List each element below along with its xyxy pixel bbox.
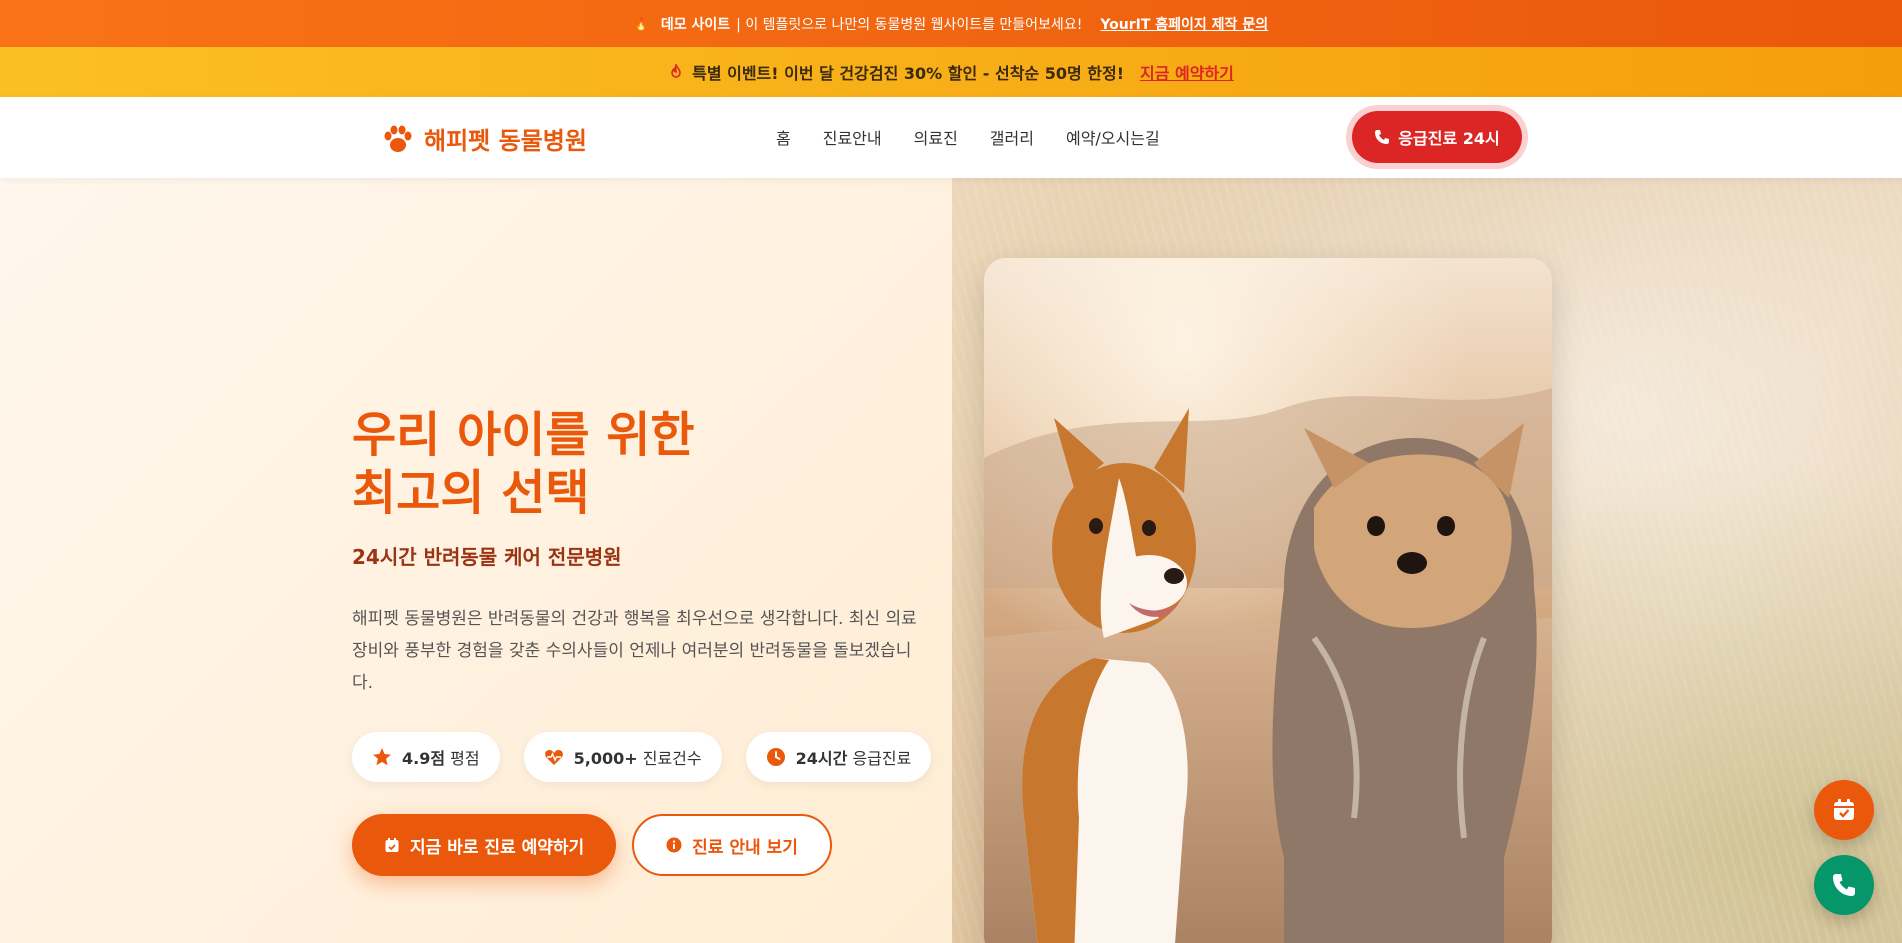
demo-banner-link[interactable]: YourIT 홈페이지 제작 문의 xyxy=(1100,14,1268,34)
stat-cases-label: 진료건수 xyxy=(642,749,702,768)
floating-booking-button[interactable] xyxy=(1814,780,1874,840)
hero-description: 해피펫 동물병원은 반려동물의 건강과 행복을 최우선으로 생각합니다. 최신 … xyxy=(352,609,917,693)
hero-subtitle: 24시간 반려동물 케어 전문병원 xyxy=(352,545,622,569)
demo-banner-text: | 이 템플릿으로 나만의 동물병원 웹사이트를 만들어보세요! xyxy=(736,16,1083,33)
info-icon xyxy=(666,837,682,853)
stat-cases-value: 5,000+ xyxy=(573,749,638,768)
stat-emergency-value: 24시간 xyxy=(795,749,848,768)
emergency-call-label: 응급진료 24시 xyxy=(1398,129,1500,148)
site-logo[interactable]: 해피펫 동물병원 xyxy=(382,121,587,156)
demo-banner-title: 데모 사이트 xyxy=(660,16,731,33)
nav-item-gallery[interactable]: 갤러리 xyxy=(990,125,1034,149)
phone-icon xyxy=(1833,874,1855,896)
demo-banner: 🔥 데모 사이트 | 이 템플릿으로 나만의 동물병원 웹사이트를 만들어보세요… xyxy=(0,0,1902,47)
hero-title: 우리 아이를 위한 최고의 선택 xyxy=(352,407,695,521)
hero-dogs-photo xyxy=(984,258,1552,943)
service-info-label: 진료 안내 보기 xyxy=(692,837,798,858)
calendar-check-icon xyxy=(1834,799,1854,820)
fire-icon: 🔥 xyxy=(633,16,649,31)
phone-icon xyxy=(1375,130,1390,144)
hero-stats: 4.9점 평점 5,000+ 진료건수 24시간 응급진료 xyxy=(352,732,932,782)
book-appointment-button[interactable]: 지금 바로 진료 예약하기 xyxy=(352,814,617,876)
event-banner-text: 특별 이벤트! 이번 달 건강검진 30% 할인 - 선착순 50명 한정! xyxy=(692,64,1124,83)
stat-cases: 5,000+ 진료건수 xyxy=(523,732,722,782)
hero-section: 우리 아이를 위한 최고의 선택 24시간 반려동물 케어 전문병원 해피펫 동… xyxy=(0,178,1902,943)
service-info-button[interactable]: 진료 안내 보기 xyxy=(632,814,832,876)
star-icon xyxy=(373,748,391,766)
event-banner: 특별 이벤트! 이번 달 건강검진 30% 할인 - 선착순 50명 한정! 지… xyxy=(0,47,1902,97)
clock-icon xyxy=(766,748,785,766)
floating-call-button[interactable] xyxy=(1814,855,1874,915)
calendar-check-icon xyxy=(385,838,399,852)
site-header: 해피펫 동물병원 홈 진료안내 의료진 갤러리 예약/오시는길 응급진료 24시 xyxy=(0,97,1902,178)
nav-item-home[interactable]: 홈 xyxy=(776,125,791,149)
nav-item-services[interactable]: 진료안내 xyxy=(823,125,882,149)
stat-emergency: 24시간 응급진료 xyxy=(745,732,932,782)
logo-text: 해피펫 동물병원 xyxy=(424,127,587,155)
flame-icon xyxy=(671,64,681,78)
event-reserve-link[interactable]: 지금 예약하기 xyxy=(1140,60,1234,84)
main-nav: 홈 진료안내 의료진 갤러리 예약/오시는길 xyxy=(776,125,1160,149)
emergency-call-button[interactable]: 응급진료 24시 xyxy=(1352,111,1522,163)
hero-cta-row: 지금 바로 진료 예약하기 진료 안내 보기 xyxy=(352,814,832,876)
stat-rating: 4.9점 평점 xyxy=(352,732,500,782)
heartbeat-icon xyxy=(544,750,563,765)
book-appointment-label: 지금 바로 진료 예약하기 xyxy=(410,837,585,858)
nav-item-reservation[interactable]: 예약/오시는길 xyxy=(1066,125,1160,149)
stat-emergency-label: 응급진료 xyxy=(852,749,912,768)
paw-icon xyxy=(384,125,412,152)
stat-rating-label: 평점 xyxy=(450,749,480,768)
nav-item-doctors[interactable]: 의료진 xyxy=(914,125,958,149)
stat-rating-value: 4.9점 xyxy=(402,749,446,768)
